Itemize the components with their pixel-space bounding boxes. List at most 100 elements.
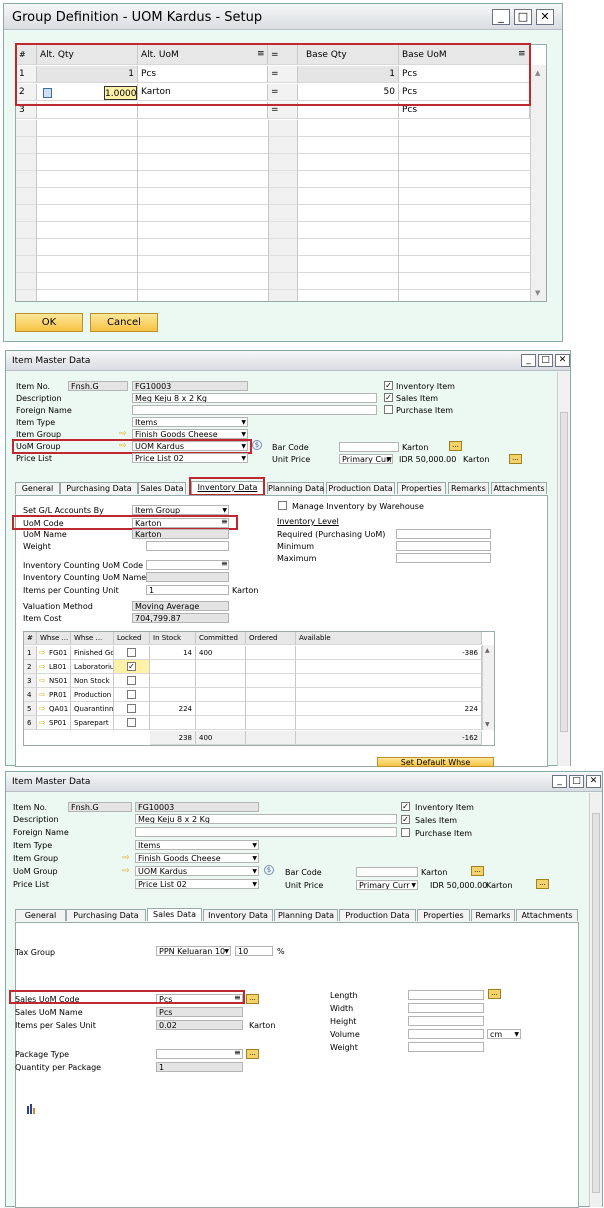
link-arrow-icon[interactable]: ⇨ — [39, 648, 46, 657]
tab-production-data[interactable]: Production Data — [326, 482, 395, 494]
locked-checkbox[interactable]: ✓ — [127, 662, 136, 671]
vertical-scrollbar[interactable]: ▲ ▼ — [530, 65, 546, 301]
set-default-whse-button[interactable]: Set Default Whse — [377, 757, 494, 767]
width-field[interactable] — [408, 1003, 484, 1013]
scroll-up-icon[interactable]: ▲ — [535, 69, 540, 77]
locked-checkbox[interactable] — [127, 718, 136, 727]
tax-rate-field[interactable]: 10 — [235, 946, 273, 956]
purchase-item-checkbox[interactable] — [401, 828, 410, 837]
maximum-field[interactable] — [396, 553, 491, 563]
whse-col-header[interactable]: Committed — [196, 632, 246, 645]
item-no-series[interactable]: Fnsh.G — [68, 802, 132, 812]
link-arrow-icon[interactable]: ⇨ — [39, 690, 46, 699]
whse-col-header[interactable]: Locked — [114, 632, 150, 645]
height-field[interactable] — [408, 1016, 484, 1026]
link-arrow-icon[interactable]: ⇨ — [119, 430, 127, 439]
tab-sales-data[interactable]: Sales Data — [138, 482, 186, 494]
info-icon[interactable]: $ — [264, 865, 274, 875]
description-field[interactable]: Meg Keju 8 x 2 Kg — [135, 814, 397, 824]
link-arrow-icon[interactable]: ⇨ — [122, 854, 130, 863]
chart-icon[interactable] — [26, 1103, 38, 1115]
link-arrow-icon[interactable]: ⇨ — [122, 867, 130, 876]
tab-general[interactable]: General — [15, 909, 66, 921]
items-per-sales-field[interactable]: 0.02 — [156, 1020, 243, 1030]
whse-col-header[interactable]: Whse ... — [71, 632, 114, 645]
length-browse-button[interactable]: ... — [488, 989, 501, 999]
inventory-item-checkbox[interactable]: ✓ — [384, 381, 393, 390]
inventory-item-checkbox[interactable]: ✓ — [401, 802, 410, 811]
tab-properties[interactable]: Properties — [397, 482, 446, 494]
price-list-select[interactable]: Price List 02 — [132, 453, 248, 463]
foreign-name-field[interactable] — [135, 827, 397, 837]
sales-uom-browse-button[interactable]: ... — [246, 994, 259, 1004]
locked-checkbox[interactable] — [127, 676, 136, 685]
link-arrow-icon[interactable]: ⇨ — [39, 718, 46, 727]
tab-production-data[interactable]: Production Data — [339, 909, 416, 921]
info-icon[interactable]: $ — [252, 440, 262, 450]
tab-attachments[interactable]: Attachments — [491, 482, 547, 494]
item-type-select[interactable]: Items — [135, 840, 259, 850]
scroll-up-icon[interactable]: ▲ — [485, 647, 490, 654]
vertical-scrollbar[interactable]: ▲ ▼ — [482, 645, 494, 730]
items-per-count-field[interactable]: 1 — [146, 585, 229, 595]
required-field[interactable] — [396, 529, 491, 539]
item-no-field[interactable]: FG10003 — [135, 802, 259, 812]
volume-unit-select[interactable]: cm — [487, 1029, 521, 1039]
locked-checkbox[interactable] — [127, 648, 136, 657]
window-scrollbar[interactable] — [589, 793, 602, 1207]
whse-col-header[interactable]: Available — [296, 632, 482, 645]
close-button[interactable]: ✕ — [536, 9, 554, 25]
tab-general[interactable]: General — [15, 482, 60, 494]
minimize-button[interactable]: _ — [552, 775, 567, 788]
bar-code-field[interactable] — [339, 442, 399, 452]
tab-attachments[interactable]: Attachments — [516, 909, 578, 921]
close-button[interactable]: ✕ — [586, 775, 601, 788]
whse-col-header[interactable]: Ordered — [246, 632, 296, 645]
tab-sales-data[interactable]: Sales Data — [147, 908, 202, 921]
scroll-down-icon[interactable]: ▼ — [485, 721, 490, 728]
volume-field[interactable] — [408, 1029, 484, 1039]
unit-price-browse-button[interactable]: ... — [509, 454, 522, 464]
weight-field[interactable] — [408, 1042, 484, 1052]
unit-price-currency-select[interactable]: Primary Curr — [339, 454, 393, 464]
foreign-name-field[interactable] — [132, 405, 377, 415]
minimum-field[interactable] — [396, 541, 491, 551]
tab-planning-data[interactable]: Planning Data — [274, 909, 338, 921]
whse-col-header[interactable]: In Stock — [150, 632, 196, 645]
window-scrollbar[interactable] — [557, 372, 570, 766]
cancel-button[interactable]: Cancel — [90, 313, 158, 332]
price-list-select[interactable]: Price List 02 — [135, 879, 259, 889]
unit-price-currency-select[interactable]: Primary Curr — [356, 880, 418, 890]
sales-item-checkbox[interactable]: ✓ — [384, 393, 393, 402]
sales-item-checkbox[interactable]: ✓ — [401, 815, 410, 824]
tab-properties[interactable]: Properties — [417, 909, 470, 921]
description-field[interactable]: Meg Keju 8 x 2 Kg — [132, 393, 377, 403]
list-icon[interactable]: ≡ — [234, 1048, 241, 1057]
whse-col-header[interactable]: Whse ... — [37, 632, 71, 645]
link-arrow-icon[interactable]: ⇨ — [39, 704, 46, 713]
scroll-down-icon[interactable]: ▼ — [535, 289, 540, 297]
purchase-item-checkbox[interactable] — [384, 405, 393, 414]
minimize-button[interactable]: _ — [492, 9, 510, 25]
link-arrow-icon[interactable]: ⇨ — [39, 676, 46, 685]
whse-col-header[interactable]: # — [24, 632, 37, 645]
tab-remarks[interactable]: Remarks — [471, 909, 515, 921]
scroll-thumb[interactable] — [560, 412, 568, 732]
maximize-button[interactable]: □ — [569, 775, 584, 788]
manage-by-warehouse-checkbox[interactable] — [278, 501, 287, 510]
minimize-button[interactable]: _ — [521, 354, 536, 367]
set-gl-select[interactable]: Item Group — [132, 505, 229, 515]
list-icon[interactable]: ≡ — [221, 559, 228, 568]
inv-count-code-field[interactable] — [146, 560, 229, 570]
bar-code-browse-button[interactable]: ... — [471, 866, 484, 876]
tab-inventory-data[interactable]: Inventory Data — [203, 909, 273, 921]
tab-remarks[interactable]: Remarks — [448, 482, 489, 494]
tab-purchasing-data[interactable]: Purchasing Data — [60, 482, 138, 494]
package-type-field[interactable] — [156, 1049, 243, 1059]
uom-group-select[interactable]: UOM Kardus — [135, 866, 259, 876]
package-type-browse-button[interactable]: ... — [246, 1049, 259, 1059]
length-field[interactable] — [408, 990, 484, 1000]
bar-code-browse-button[interactable]: ... — [449, 441, 462, 451]
item-no-field[interactable]: FG10003 — [132, 381, 248, 391]
link-arrow-icon[interactable]: ⇨ — [39, 662, 46, 671]
